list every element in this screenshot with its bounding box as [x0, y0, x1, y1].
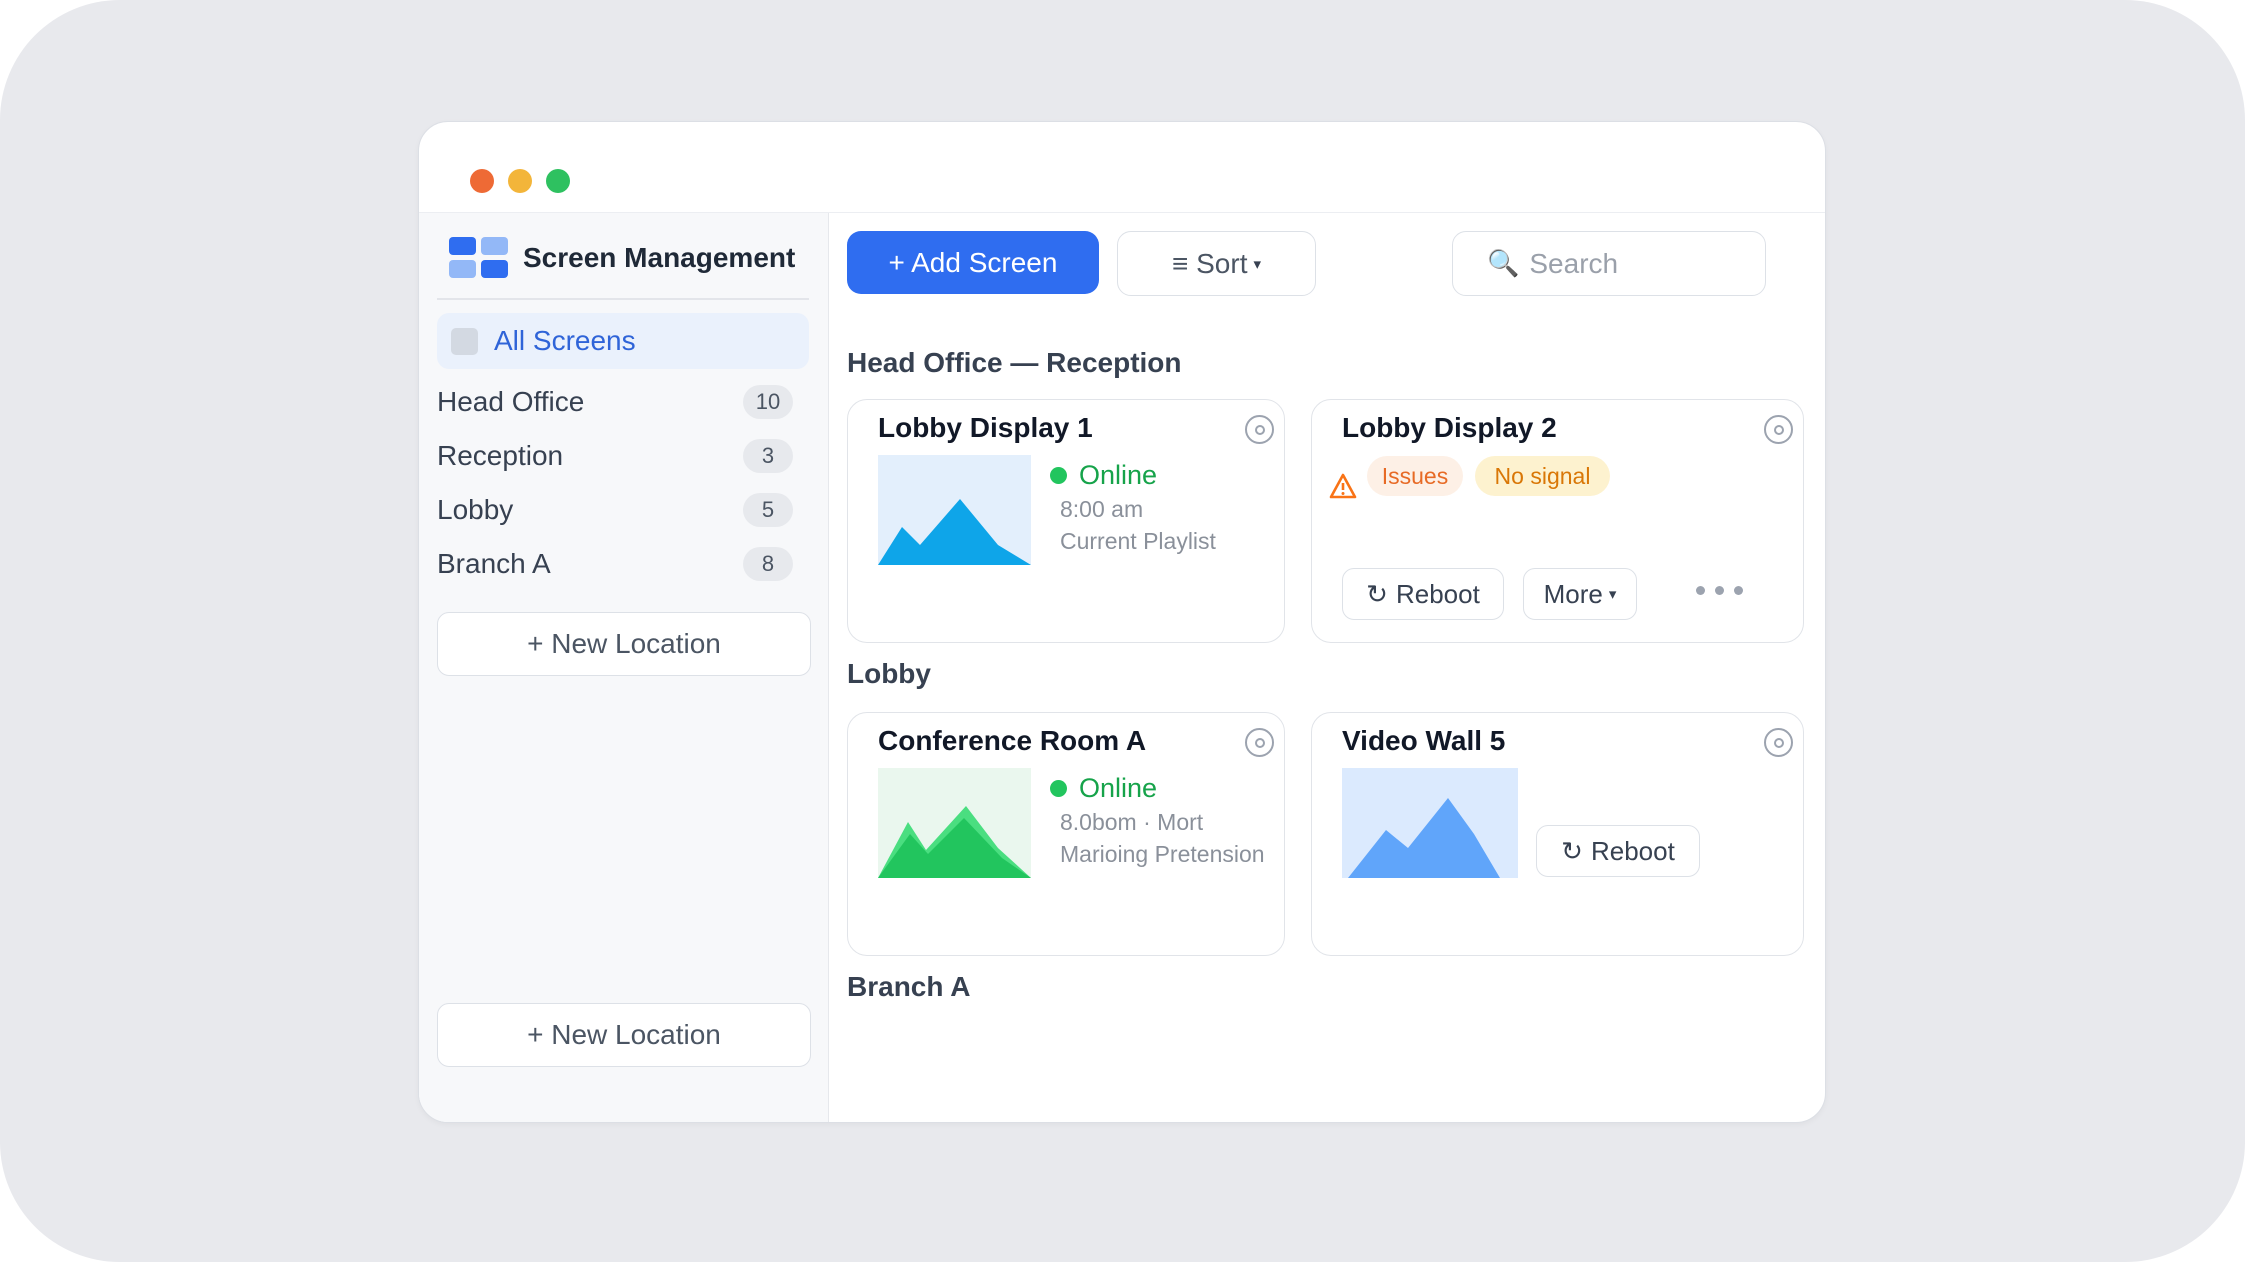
search-icon: 🔍 — [1487, 248, 1520, 278]
schedule-time: 8.0bom · Mort — [1060, 809, 1204, 835]
playlist-label: Current Playlist — [1060, 528, 1216, 554]
main-content: + Add Screen ≡ Sort ▾ 🔍 Head Office — Re… — [829, 213, 1825, 1122]
caret-down-icon: ▾ — [1608, 586, 1617, 603]
search-input[interactable] — [1527, 246, 1732, 281]
location-count-badge: 3 — [743, 439, 793, 473]
screen-thumbnail — [1342, 768, 1518, 878]
more-dots-icon[interactable] — [1696, 586, 1743, 595]
reboot-button[interactable]: ↻ Reboot — [1536, 825, 1700, 877]
brand-title: Screen Management — [523, 242, 796, 273]
reboot-label: Reboot — [1395, 578, 1480, 609]
playlist-label: Marioing Pretension — [1060, 841, 1265, 867]
sort-button[interactable]: ≡ Sort ▾ — [1117, 231, 1316, 296]
sidebar-item-reception[interactable]: Reception 3 — [437, 434, 809, 478]
screen-card[interactable]: Conference Room A Online 8.0bom · Mort M… — [847, 712, 1285, 956]
divider — [437, 298, 809, 300]
issues-badge: Issues — [1367, 456, 1463, 496]
sidebar-item-branch-a[interactable]: Branch A 8 — [437, 542, 809, 586]
warning-icon — [1329, 473, 1357, 504]
screen-thumbnail — [878, 455, 1031, 565]
sidebar-item-lobby[interactable]: Lobby 5 — [437, 488, 809, 532]
settings-icon[interactable] — [1764, 728, 1793, 757]
new-location-bottom-button[interactable]: + New Location — [437, 1003, 811, 1067]
settings-icon[interactable] — [1245, 415, 1274, 444]
minimize-window-button[interactable] — [508, 169, 532, 193]
reboot-icon: ↻ — [1561, 835, 1583, 866]
title-bar — [419, 122, 1825, 213]
online-status-dot — [1050, 467, 1067, 484]
screen-card[interactable]: Video Wall 5 ↻ Reboot — [1311, 712, 1804, 956]
reboot-button[interactable]: ↻ Reboot — [1342, 568, 1504, 620]
sort-label: ≡ Sort — [1172, 247, 1248, 279]
status-text: Online — [1079, 460, 1158, 490]
online-status-dot — [1050, 780, 1067, 797]
sidebar: Screen Management All Screens Head Offic… — [419, 213, 829, 1122]
new-location-button[interactable]: + New Location — [437, 612, 811, 676]
caret-down-icon: ▾ — [1253, 255, 1261, 273]
status-online: Online — [1050, 773, 1157, 804]
more-dropdown-button[interactable]: More ▾ — [1523, 568, 1637, 620]
brand: Screen Management — [449, 235, 795, 281]
status-text: Online — [1079, 773, 1158, 803]
sidebar-item-head-office[interactable]: Head Office 10 — [437, 380, 809, 424]
all-screens-icon — [451, 327, 478, 355]
section-title: Head Office — Reception — [847, 347, 1182, 378]
sidebar-item-all-screens[interactable]: All Screens — [437, 313, 809, 369]
schedule-time: 8:00 am — [1060, 496, 1144, 522]
screen-title: Lobby Display 2 — [1342, 412, 1557, 443]
section-title: Lobby — [847, 658, 931, 689]
location-name: Head Office — [437, 386, 585, 417]
sidebar-item-label: All Screens — [494, 325, 636, 356]
location-count-badge: 10 — [743, 385, 793, 419]
settings-icon[interactable] — [1764, 415, 1793, 444]
screen-card[interactable]: Lobby Display 1 Online 8:00 am Current P… — [847, 399, 1285, 643]
close-window-button[interactable] — [470, 169, 494, 193]
location-name: Reception — [437, 440, 564, 471]
location-name: Branch A — [437, 548, 551, 579]
location-count-badge: 8 — [743, 547, 793, 581]
screen-card[interactable]: Lobby Display 2 Issues No signal ↻ Reboo… — [1311, 399, 1804, 643]
add-screen-button[interactable]: + Add Screen — [847, 231, 1099, 294]
location-count-badge: 5 — [743, 493, 793, 527]
screen-thumbnail — [878, 768, 1031, 878]
search-box[interactable]: 🔍 — [1452, 231, 1766, 296]
screen-title: Video Wall 5 — [1342, 725, 1506, 756]
logo-grid-icon — [449, 237, 509, 279]
maximize-window-button[interactable] — [546, 169, 570, 193]
settings-icon[interactable] — [1245, 728, 1274, 757]
status-online: Online — [1050, 460, 1157, 491]
section-title: Branch A — [847, 971, 971, 1002]
screen-title: Conference Room A — [878, 725, 1147, 756]
reboot-icon: ↻ — [1366, 578, 1388, 609]
app-window: Screen Management All Screens Head Offic… — [418, 121, 1826, 1123]
screen-title: Lobby Display 1 — [878, 412, 1093, 443]
more-label: More — [1543, 578, 1603, 609]
reboot-label: Reboot — [1590, 835, 1675, 866]
no-signal-badge: No signal — [1475, 456, 1610, 496]
location-name: Lobby — [437, 494, 514, 525]
